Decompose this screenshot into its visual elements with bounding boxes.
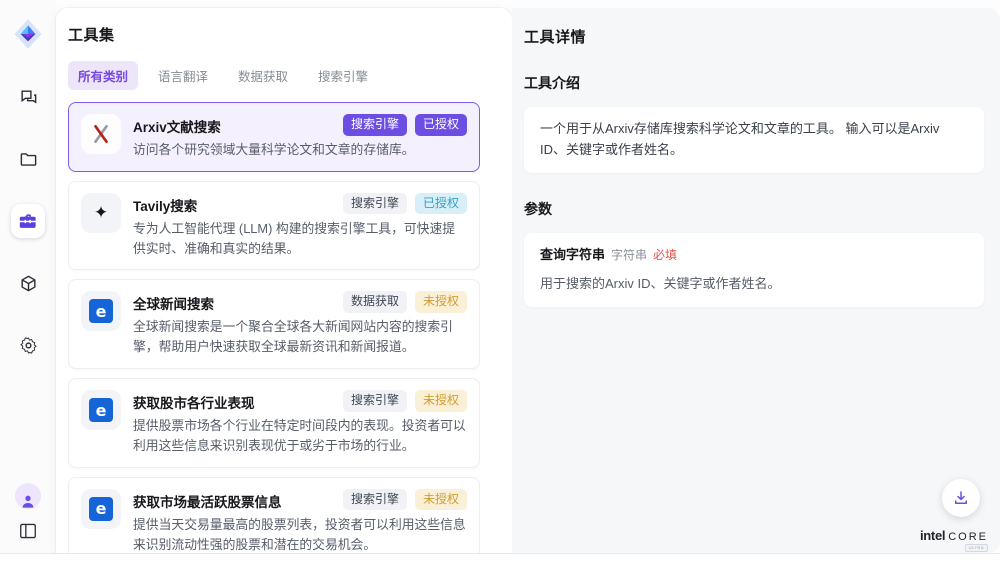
cube-icon bbox=[19, 274, 38, 293]
intel-core-logo: intel core ultra bbox=[920, 528, 988, 543]
sidebar-item-toolbox[interactable] bbox=[11, 204, 45, 238]
tool-name: 全球新闻搜索 bbox=[133, 291, 214, 313]
tool-icon-box: e bbox=[81, 291, 121, 331]
sidebar-item-files[interactable] bbox=[11, 142, 45, 176]
details-title: 工具详情 bbox=[524, 26, 984, 47]
tool-card-most-active-stocks[interactable]: e 获取市场最活跃股票信息 搜索引擎 未授权 提供当天交易量最高的股票列表，投资… bbox=[68, 477, 480, 557]
gear-icon bbox=[19, 336, 38, 355]
auth-badge: 未授权 bbox=[415, 291, 467, 313]
tool-card-global-news[interactable]: e 全球新闻搜索 数据获取 未授权 全球新闻搜索是一个聚合全球各大新闻网站内容的… bbox=[68, 279, 480, 369]
intro-box: 一个用于从Arxiv存储库搜索科学论文和文章的工具。 输入可以是Arxiv ID… bbox=[524, 107, 984, 173]
sidebar-item-chat[interactable] bbox=[11, 80, 45, 114]
intel-wordmark: intel bbox=[920, 528, 945, 543]
sidebar-item-models[interactable] bbox=[11, 266, 45, 300]
tool-icon-box: ✦ bbox=[81, 193, 121, 233]
bottom-divider bbox=[0, 553, 1000, 563]
app-logo-icon bbox=[8, 12, 48, 56]
arxiv-x-icon bbox=[90, 123, 112, 145]
tool-icon-box bbox=[81, 114, 121, 154]
sparkle-icon: ✦ bbox=[94, 204, 108, 221]
param-required-badge: 必填 bbox=[653, 248, 677, 262]
param-box: 查询字符串字符串必填 用于搜索的Arxiv ID、关键字或作者姓名。 bbox=[524, 233, 984, 308]
person-icon bbox=[20, 493, 36, 509]
tool-list: Arxiv文献搜索 搜索引擎 已授权 访问各个研究领域大量科学论文和文章的存储库… bbox=[68, 102, 480, 557]
toolset-title: 工具集 bbox=[68, 24, 512, 45]
chat-icon bbox=[19, 88, 38, 107]
tool-description: 访问各个研究领域大量科学论文和文章的存储库。 bbox=[133, 140, 467, 160]
auth-badge: 已授权 bbox=[415, 193, 467, 215]
sidebar-nav bbox=[11, 80, 45, 362]
param-header: 查询字符串字符串必填 bbox=[540, 245, 968, 266]
panel-toggle-icon[interactable] bbox=[19, 523, 37, 539]
download-button[interactable] bbox=[942, 479, 980, 517]
sidebar-bottom bbox=[15, 483, 41, 539]
core-wordmark: core ultra bbox=[948, 531, 988, 543]
tool-name: Arxiv文献搜索 bbox=[133, 114, 221, 136]
tool-details-panel: 工具详情 工具介绍 一个用于从Arxiv存储库搜索科学论文和文章的工具。 输入可… bbox=[512, 8, 1000, 553]
stock-app-icon: e bbox=[89, 497, 113, 521]
auth-badge: 已授权 bbox=[415, 114, 467, 136]
category-badge: 搜索引擎 bbox=[343, 390, 407, 412]
user-avatar[interactable] bbox=[15, 483, 41, 509]
download-icon bbox=[952, 489, 970, 507]
tool-name: 获取市场最活跃股票信息 bbox=[133, 489, 282, 511]
folder-icon bbox=[19, 150, 38, 169]
tab-search-engine[interactable]: 搜索引擎 bbox=[308, 61, 378, 90]
ultra-badge: ultra bbox=[965, 544, 988, 552]
tool-description: 提供股票市场各个行业在特定时间段内的表现。投资者可以利用这些信息来识别表现优于或… bbox=[133, 416, 467, 456]
category-badge: 搜索引擎 bbox=[343, 114, 407, 136]
intro-text: 一个用于从Arxiv存储库搜索科学论文和文章的工具。 输入可以是Arxiv ID… bbox=[540, 121, 939, 157]
toolset-panel: 工具集 所有类别 语言翻译 数据获取 搜索引擎 Arxiv文献搜索 bbox=[56, 8, 512, 553]
tool-name: Tavily搜索 bbox=[133, 193, 197, 215]
news-search-app-icon: e bbox=[89, 299, 113, 323]
tool-card-tavily[interactable]: ✦ Tavily搜索 搜索引擎 已授权 专为人工智能代理 (LLM) 构建的搜索… bbox=[68, 181, 480, 271]
param-type: 字符串 bbox=[611, 248, 647, 262]
param-description: 用于搜索的Arxiv ID、关键字或作者姓名。 bbox=[540, 274, 968, 295]
param-name: 查询字符串 bbox=[540, 247, 605, 262]
params-heading: 参数 bbox=[524, 199, 984, 219]
intro-heading: 工具介绍 bbox=[524, 73, 984, 93]
tool-description: 全球新闻搜索是一个聚合全球各大新闻网站内容的搜索引擎，帮助用户快速获取全球最新资… bbox=[133, 317, 467, 357]
tab-language-translation[interactable]: 语言翻译 bbox=[148, 61, 218, 90]
category-badge: 搜索引擎 bbox=[343, 193, 407, 215]
tab-all-categories[interactable]: 所有类别 bbox=[68, 61, 138, 90]
tool-card-arxiv[interactable]: Arxiv文献搜索 搜索引擎 已授权 访问各个研究领域大量科学论文和文章的存储库… bbox=[68, 102, 480, 172]
category-badge: 数据获取 bbox=[343, 291, 407, 313]
auth-badge: 未授权 bbox=[415, 489, 467, 511]
tool-description: 提供当天交易量最高的股票列表，投资者可以利用这些信息来识别流动性强的股票和潜在的… bbox=[133, 515, 467, 555]
tab-data-acquisition[interactable]: 数据获取 bbox=[228, 61, 298, 90]
tool-description: 专为人工智能代理 (LLM) 构建的搜索引擎工具，可快速提供实时、准确和真实的结… bbox=[133, 219, 467, 259]
stock-app-icon: e bbox=[89, 398, 113, 422]
category-tabs: 所有类别 语言翻译 数据获取 搜索引擎 bbox=[68, 61, 512, 90]
tool-name: 获取股市各行业表现 bbox=[133, 390, 255, 412]
tool-card-sector-performance[interactable]: e 获取股市各行业表现 搜索引擎 未授权 提供股票市场各个行业在特定时间段内的表… bbox=[68, 378, 480, 468]
tool-icon-box: e bbox=[81, 489, 121, 529]
tool-icon-box: e bbox=[81, 390, 121, 430]
sidebar-item-settings[interactable] bbox=[11, 328, 45, 362]
auth-badge: 未授权 bbox=[415, 390, 467, 412]
sidebar bbox=[0, 0, 56, 553]
category-badge: 搜索引擎 bbox=[343, 489, 407, 511]
toolbox-icon bbox=[19, 212, 38, 231]
